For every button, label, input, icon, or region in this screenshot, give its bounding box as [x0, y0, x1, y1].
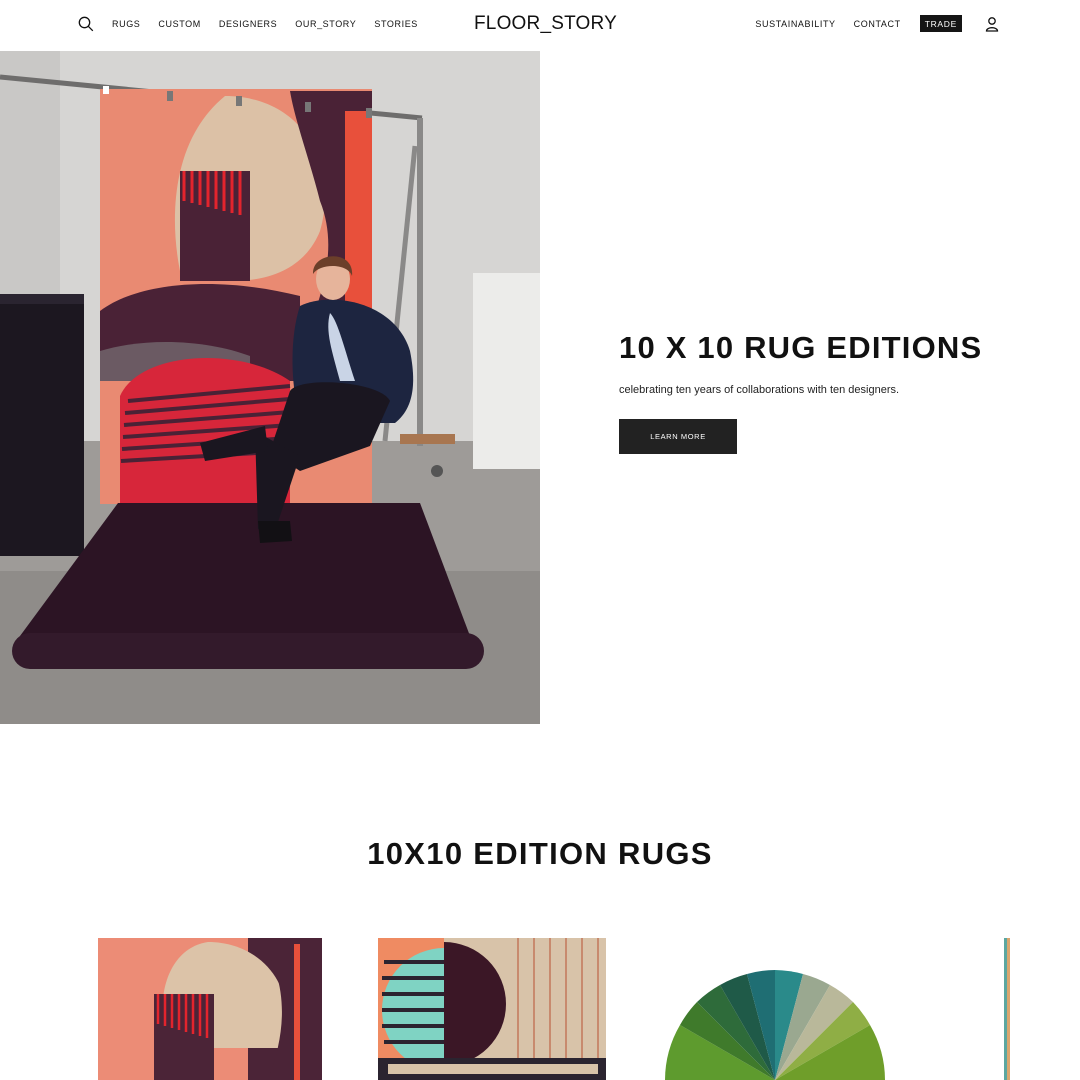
product-card[interactable]: [1004, 938, 1012, 1080]
primary-nav: RUGS CUSTOM DESIGNERS OUR_STORY STORIES: [112, 19, 436, 29]
nav-designers[interactable]: DESIGNERS: [219, 19, 277, 29]
learn-more-button[interactable]: LEARN MORE: [619, 419, 737, 454]
nav-stories[interactable]: STORIES: [374, 19, 418, 29]
rug-image: [1004, 938, 1010, 1080]
search-icon[interactable]: [78, 16, 94, 32]
hero-subtitle: celebrating ten years of collaborations …: [619, 384, 900, 396]
rug-image: [665, 970, 885, 1080]
product-card[interactable]: [378, 938, 606, 1080]
rug-image: [378, 938, 606, 1080]
secondary-nav: SUSTAINABILITY CONTACT TRADE: [737, 15, 1000, 32]
product-card[interactable]: [98, 938, 322, 1080]
user-icon[interactable]: [984, 16, 1000, 32]
hero-content: 10 X 10 RUG EDITIONS celebrating ten yea…: [619, 330, 1039, 454]
nav-sustainability[interactable]: SUSTAINABILITY: [755, 19, 835, 29]
hero-image: [0, 51, 540, 724]
nav-our-story[interactable]: OUR_STORY: [295, 19, 356, 29]
trade-button[interactable]: TRADE: [919, 15, 962, 32]
site-logo[interactable]: FLOOR_STORY: [474, 13, 617, 35]
nav-contact[interactable]: CONTACT: [854, 19, 901, 29]
hero-title: 10 X 10 RUG EDITIONS: [619, 330, 983, 365]
nav-rugs[interactable]: RUGS: [112, 19, 140, 29]
nav-custom[interactable]: CUSTOM: [158, 19, 200, 29]
site-header: RUGS CUSTOM DESIGNERS OUR_STORY STORIES …: [0, 0, 1080, 51]
product-card[interactable]: [660, 938, 890, 1080]
rug-image: [98, 938, 322, 1080]
section-title: 10X10 EDITION RUGS: [367, 836, 713, 871]
